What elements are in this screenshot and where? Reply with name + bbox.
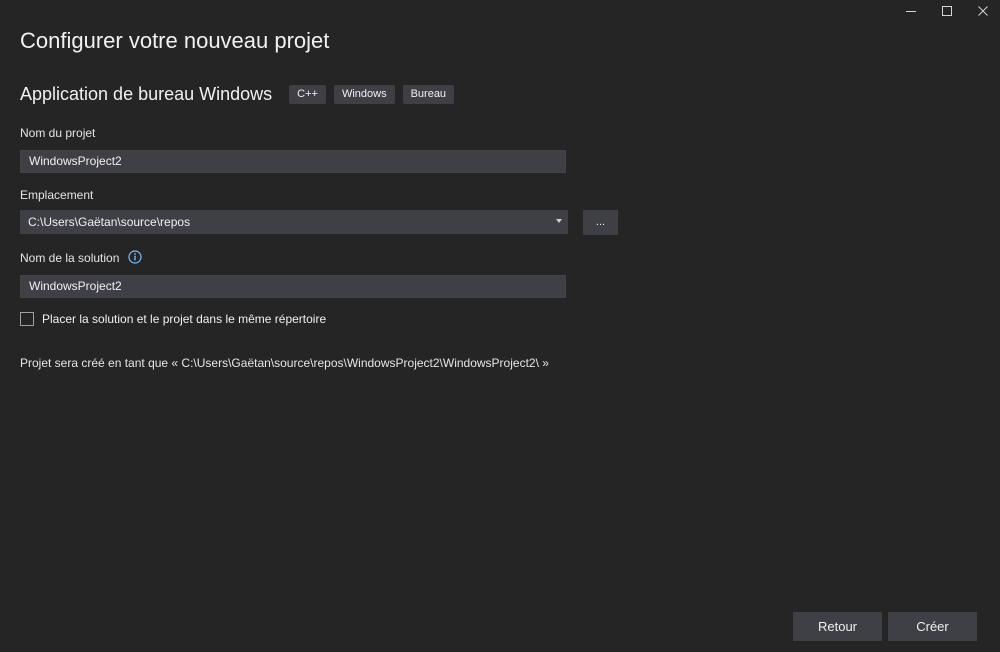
template-header: Application de bureau Windows C++ Window… <box>20 82 455 106</box>
info-icon[interactable] <box>128 250 142 264</box>
tag-bureau: Bureau <box>402 84 455 104</box>
back-button[interactable]: Retour <box>793 612 882 641</box>
location-select[interactable]: C:\Users\Gaëtan\source\repos <box>20 210 568 234</box>
minimize-icon <box>906 11 916 12</box>
location-label: Emplacement <box>20 188 94 202</box>
maximize-button[interactable] <box>930 0 964 22</box>
minimize-button[interactable] <box>894 0 928 22</box>
project-name-field[interactable]: WindowsProject2 <box>20 150 566 173</box>
page-title: Configurer votre nouveau projet <box>20 28 330 53</box>
browse-button[interactable]: ... <box>583 210 618 235</box>
template-name: Application de bureau Windows <box>20 83 273 104</box>
tag-cpp: C++ <box>289 84 326 104</box>
same-directory-label: Placer la solution et le projet dans le … <box>42 312 327 326</box>
same-directory-checkbox[interactable] <box>20 312 34 326</box>
project-name-label: Nom du projet <box>20 126 96 140</box>
same-directory-option[interactable]: Placer la solution et le projet dans le … <box>20 312 326 326</box>
chevron-down-icon[interactable] <box>556 219 562 223</box>
solution-name-label-row: Nom de la solution <box>20 250 142 265</box>
project-path-info: Projet sera créé en tant que « C:\Users\… <box>20 356 549 370</box>
location-value: C:\Users\Gaëtan\source\repos <box>28 215 191 229</box>
solution-name-field[interactable]: WindowsProject2 <box>20 275 566 298</box>
solution-name-label: Nom de la solution <box>20 251 120 265</box>
tag-windows: Windows <box>333 84 395 104</box>
close-icon <box>978 6 988 16</box>
maximize-icon <box>942 6 952 16</box>
create-button[interactable]: Créer <box>888 612 977 641</box>
close-button[interactable] <box>966 0 1000 22</box>
window-controls <box>892 0 1000 22</box>
